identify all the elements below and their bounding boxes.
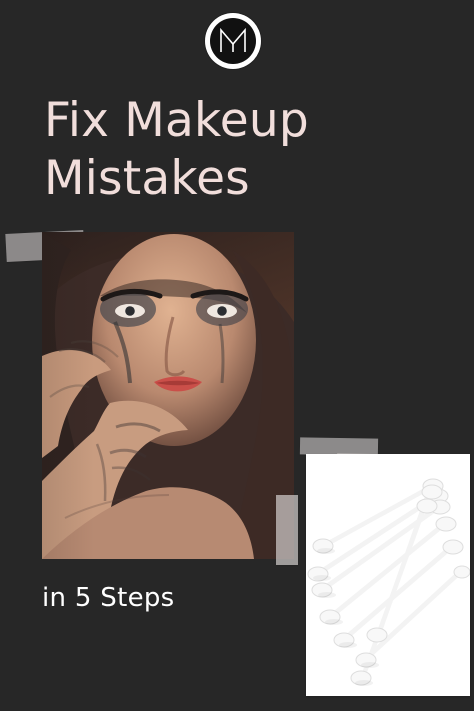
poster-canvas: Fix Makeup Mistakes in 5 Steps: [0, 0, 474, 711]
headline-line-1: Fix Makeup: [44, 93, 309, 148]
brand-logo: [205, 13, 261, 69]
cotton-swabs-image: [306, 454, 470, 696]
subheading: in 5 Steps: [42, 583, 175, 613]
brand-logo-inner: [210, 18, 256, 64]
tape-strip-right-side: [276, 495, 298, 565]
headline: Fix Makeup Mistakes: [44, 92, 309, 208]
cotton-swabs-card: [306, 454, 470, 696]
portrait-photo: [42, 232, 294, 559]
headline-line-2: Mistakes: [44, 151, 250, 206]
portrait-image: [42, 232, 294, 559]
m-logo-icon: [220, 27, 246, 52]
